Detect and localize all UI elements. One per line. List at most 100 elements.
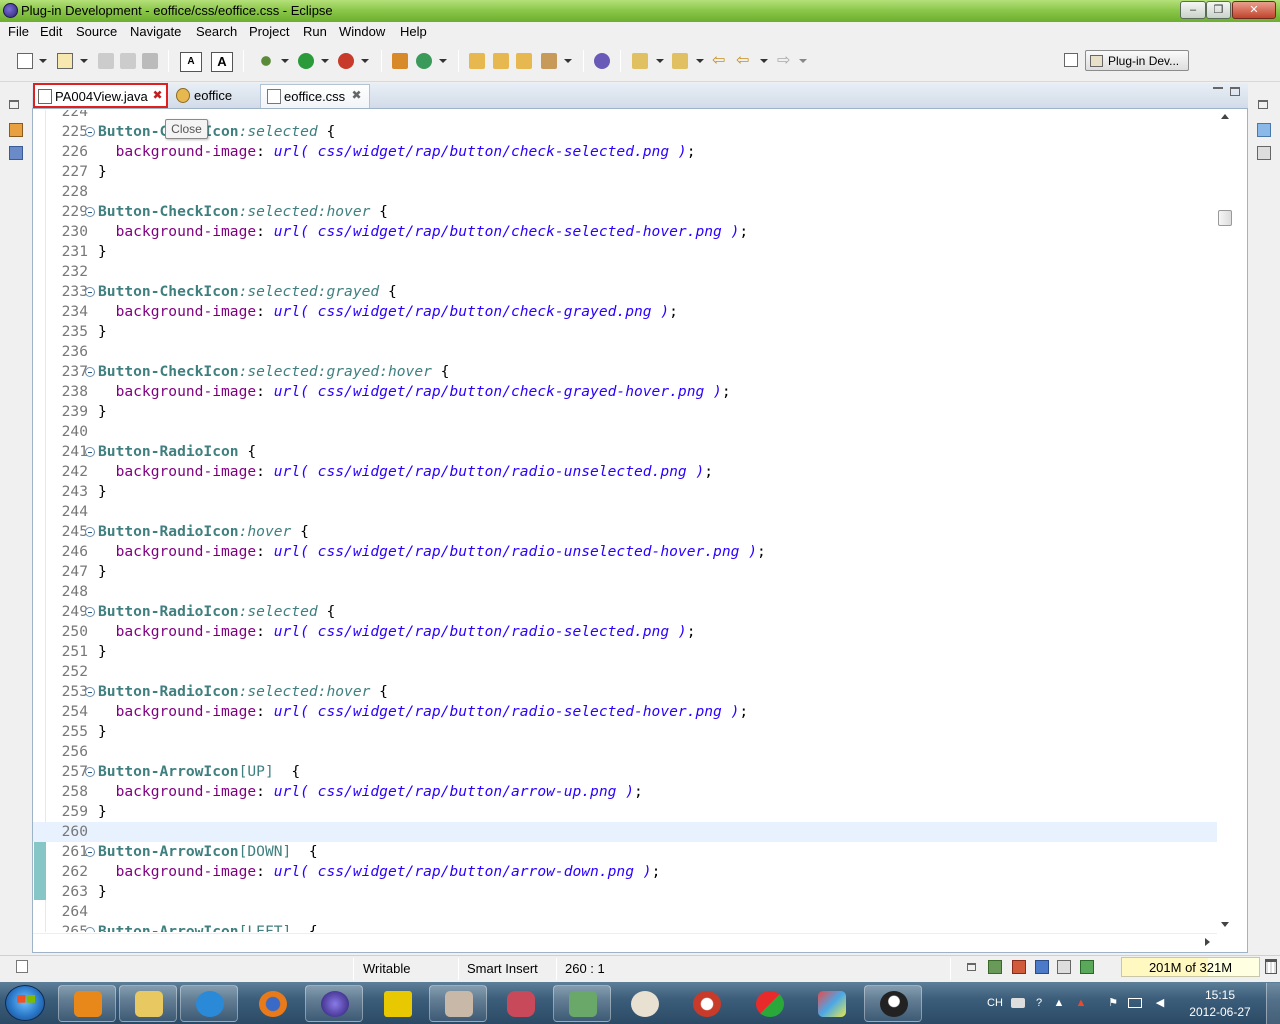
- new-plugin-icon[interactable]: [57, 53, 73, 69]
- close-icon[interactable]: ✖: [152, 89, 163, 101]
- new-icon[interactable]: [17, 53, 33, 69]
- code-line[interactable]: 244: [33, 502, 1217, 522]
- clock-date[interactable]: 2012-06-27: [1180, 1005, 1260, 1019]
- last-edit-location-icon[interactable]: ⇦: [712, 53, 728, 69]
- fast-view-icon[interactable]: [16, 960, 28, 973]
- code-line[interactable]: 255}: [33, 722, 1217, 742]
- toggle-mark-occurrences-icon[interactable]: [594, 53, 610, 69]
- language-indicator[interactable]: CH: [987, 996, 1003, 1010]
- task-list-icon[interactable]: [1257, 146, 1271, 160]
- console-view-icon[interactable]: [1035, 960, 1049, 974]
- start-button[interactable]: [5, 985, 45, 1021]
- perspective-plugin-dev-button[interactable]: Plug-in Dev...: [1085, 50, 1189, 71]
- menu-edit[interactable]: Edit: [40, 24, 62, 39]
- code-line[interactable]: 236: [33, 342, 1217, 362]
- font-larger-button[interactable]: A: [211, 52, 233, 72]
- code-line[interactable]: 242 background-image: url( css/widget/ra…: [33, 462, 1217, 482]
- open-perspective-icon[interactable]: [1064, 53, 1078, 67]
- search-icon[interactable]: [541, 53, 557, 69]
- code-line[interactable]: 261 Button-ArrowIcon[DOWN] {: [33, 842, 1217, 862]
- taskbar-capture[interactable]: [677, 985, 735, 1022]
- new-dropdown-icon[interactable]: [39, 59, 47, 63]
- show-desktop-button[interactable]: [1266, 983, 1280, 1024]
- scroll-right-icon[interactable]: [1205, 938, 1210, 946]
- run-dropdown-icon[interactable]: [321, 59, 329, 63]
- maximize-editor-icon[interactable]: [1230, 87, 1240, 96]
- code-line[interactable]: 225 Button-CheckIcon:selected {: [33, 122, 1217, 142]
- code-line[interactable]: 245 Button-RadioIcon:hover {: [33, 522, 1217, 542]
- code-line[interactable]: 250 background-image: url( css/widget/ra…: [33, 622, 1217, 642]
- close-icon[interactable]: ✖: [351, 89, 362, 101]
- heap-status[interactable]: 201M of 321M: [1121, 957, 1260, 977]
- garbage-collect-icon[interactable]: [1265, 959, 1277, 974]
- fold-collapse-icon[interactable]: [85, 767, 95, 777]
- code-line[interactable]: 234 background-image: url( css/widget/ra…: [33, 302, 1217, 322]
- back-dropdown-icon[interactable]: [760, 59, 768, 63]
- fold-collapse-icon[interactable]: [85, 927, 95, 932]
- print-icon[interactable]: [142, 53, 158, 69]
- taskbar-outlook[interactable]: [58, 985, 116, 1022]
- external-tools-dropdown-icon[interactable]: [361, 59, 369, 63]
- code-line[interactable]: 231}: [33, 242, 1217, 262]
- back-icon[interactable]: ⇦: [736, 53, 752, 69]
- fold-collapse-icon[interactable]: [85, 447, 95, 457]
- code-line[interactable]: 226 background-image: url( css/widget/ra…: [33, 142, 1217, 162]
- code-line[interactable]: 265 Button-ArrowIcon[LEFT] {: [33, 922, 1217, 932]
- open-type-icon[interactable]: [469, 53, 485, 69]
- taskbar-display[interactable]: [802, 985, 860, 1022]
- keyboard-icon[interactable]: [1011, 998, 1025, 1008]
- error-log-icon[interactable]: [1012, 960, 1026, 974]
- show-hidden-icons-icon[interactable]: ▲: [1052, 996, 1066, 1010]
- taskbar-database[interactable]: [491, 985, 549, 1022]
- action-center-flag-icon[interactable]: ⚑: [1106, 996, 1120, 1010]
- volume-icon[interactable]: ◀: [1153, 996, 1167, 1010]
- code-line[interactable]: 248: [33, 582, 1217, 602]
- antivirus-icon[interactable]: ▲: [1074, 996, 1088, 1010]
- previous-annotation-icon[interactable]: [672, 53, 688, 69]
- code-line[interactable]: 264: [33, 902, 1217, 922]
- previous-annotation-dropdown-icon[interactable]: [696, 59, 704, 63]
- code-line[interactable]: 260: [33, 822, 1217, 842]
- fold-collapse-icon[interactable]: [85, 367, 95, 377]
- restore-icon[interactable]: [9, 100, 19, 109]
- new-java-package-icon[interactable]: [392, 53, 408, 69]
- taskbar-network[interactable]: [553, 985, 611, 1022]
- taskbar-app[interactable]: [429, 985, 487, 1022]
- code-line[interactable]: 229 Button-CheckIcon:selected:hover {: [33, 202, 1217, 222]
- code-line[interactable]: 230 background-image: url( css/widget/ra…: [33, 222, 1217, 242]
- menu-search[interactable]: Search: [196, 24, 237, 39]
- menu-file[interactable]: File: [8, 24, 29, 39]
- save-icon[interactable]: [98, 53, 114, 69]
- code-editor[interactable]: 224225Button-CheckIcon:selected {226 bac…: [33, 110, 1217, 932]
- minimize-button[interactable]: –: [1180, 1, 1206, 19]
- taskbar-sogou[interactable]: [180, 985, 238, 1022]
- fold-collapse-icon[interactable]: [85, 127, 95, 137]
- taskbar-fireworks[interactable]: [368, 985, 426, 1022]
- package-explorer-icon[interactable]: [9, 123, 23, 137]
- code-line[interactable]: 227}: [33, 162, 1217, 182]
- minimize-editor-icon[interactable]: [1213, 86, 1223, 89]
- next-annotation-icon[interactable]: [632, 53, 648, 69]
- run-icon[interactable]: [298, 53, 314, 69]
- taskbar-java[interactable]: [615, 985, 673, 1022]
- scroll-thumb[interactable]: [1218, 210, 1232, 226]
- fold-collapse-icon[interactable]: [85, 607, 95, 617]
- code-line[interactable]: 235}: [33, 322, 1217, 342]
- code-line[interactable]: 262 background-image: url( css/widget/ra…: [33, 862, 1217, 882]
- code-line[interactable]: 241 Button-RadioIcon {: [33, 442, 1217, 462]
- taskbar-xmind[interactable]: [740, 985, 798, 1022]
- menu-run[interactable]: Run: [303, 24, 327, 39]
- clock-time[interactable]: 15:15: [1190, 988, 1250, 1002]
- open-task-icon[interactable]: [493, 53, 509, 69]
- new-class-icon[interactable]: [416, 53, 432, 69]
- code-line[interactable]: 259}: [33, 802, 1217, 822]
- menu-window[interactable]: Window: [339, 24, 385, 39]
- font-smaller-button[interactable]: A: [180, 52, 202, 72]
- menu-navigate[interactable]: Navigate: [130, 24, 181, 39]
- code-line[interactable]: 251}: [33, 642, 1217, 662]
- network-tray-icon[interactable]: [1128, 998, 1142, 1008]
- scroll-up-icon[interactable]: [1221, 114, 1229, 119]
- new-class-dropdown-icon[interactable]: [439, 59, 447, 63]
- vertical-scrollbar[interactable]: [1217, 110, 1233, 932]
- taskbar-qq[interactable]: [864, 985, 922, 1022]
